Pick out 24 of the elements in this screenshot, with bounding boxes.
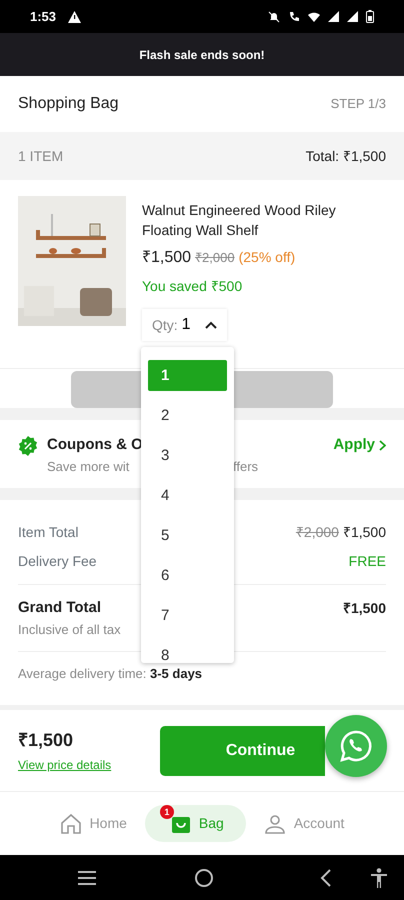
delivery-time-text: Average delivery time: 3-5 days [18,665,204,683]
banner-text: Flash sale ends soon! [139,46,265,64]
savings-text: You saved ₹500 [142,277,244,296]
coupon-subtitle: ffers [233,458,258,476]
product-name: Walnut Engineered Wood Riley Floating Wall Shelf [142,201,337,240]
item-total-label: Item Total [18,523,78,542]
status-time: 1:53 [30,8,56,26]
grand-total-label: Grand Total [18,598,102,618]
original-price: ₹2,000 [195,249,235,267]
tax-note: Inclusive of all tax [18,620,122,638]
bag-total: Total: ₹1,500 [306,146,386,166]
coupon-subtitle: Save more wit [47,458,130,476]
item-count: 1 ITEM [18,146,64,166]
page-title: Shopping Bag [18,94,119,114]
delivery-fee-label: Delivery Fee [18,552,97,571]
grand-total-value: ₹1,500 [342,598,386,618]
item-total-value: ₹1,500 [342,523,386,542]
count-badge: 1 [160,805,174,819]
step-indicator: STEP 1/3 [330,95,386,114]
delivery-fee-value: FREE [348,552,386,571]
footer-price: ₹1,500 [18,728,74,752]
product-price: ₹1,500 [142,248,192,268]
original-price: ₹2,000 [296,523,339,542]
discount-text: (25% off) [238,248,296,267]
